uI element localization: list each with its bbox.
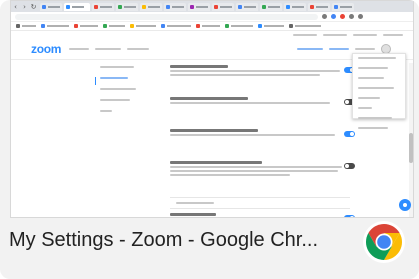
browser-tab[interactable]: [212, 2, 234, 11]
setting-toggle[interactable]: [344, 215, 355, 217]
setting-row: [170, 65, 355, 95]
setting-row: [170, 97, 355, 127]
browser-tab[interactable]: [308, 2, 330, 11]
browser-tab[interactable]: [40, 2, 62, 11]
dropdown-item[interactable]: [353, 87, 405, 94]
tab-favicon-icon: [214, 4, 218, 9]
setting-title: [170, 65, 228, 68]
window-preview-card[interactable]: ‹ › ↻ zoom My Settings - Zoom - Google C…: [0, 0, 419, 279]
setting-title: [170, 129, 258, 132]
header-link[interactable]: [329, 47, 349, 50]
settings-section-header: [170, 197, 350, 209]
forward-icon[interactable]: ›: [20, 3, 29, 11]
chat-icon: [403, 203, 407, 207]
tab-favicon-icon: [238, 4, 242, 9]
page-scrollbar[interactable]: [409, 63, 413, 217]
browser-tab[interactable]: [140, 2, 162, 11]
sidebar-item[interactable]: [95, 88, 165, 96]
browser-tab[interactable]: [260, 2, 282, 11]
browser-tab[interactable]: [116, 2, 138, 11]
header-link[interactable]: [355, 47, 375, 50]
tab-favicon-icon: [166, 4, 170, 9]
url-input[interactable]: [15, 13, 318, 20]
browser-tab[interactable]: [92, 2, 114, 11]
browser-tab[interactable]: [188, 2, 210, 11]
setting-row: [170, 161, 355, 197]
tab-favicon-icon: [142, 4, 146, 9]
tab-favicon-icon: [94, 4, 98, 9]
nav-link[interactable]: [69, 47, 90, 50]
tab-favicon-icon: [286, 4, 290, 9]
sidebar-item[interactable]: [95, 110, 165, 118]
dropdown-item[interactable]: [353, 107, 405, 114]
browser-tab[interactable]: [164, 2, 186, 11]
back-icon[interactable]: ‹: [11, 3, 20, 11]
dropdown-item[interactable]: [353, 97, 405, 104]
help-chat-button[interactable]: [399, 199, 411, 211]
dropdown-item[interactable]: [353, 67, 405, 74]
header-actions: [297, 43, 391, 54]
zoom-logo[interactable]: zoom: [31, 42, 61, 56]
dropdown-item[interactable]: [353, 127, 405, 134]
window-thumbnail[interactable]: ‹ › ↻ zoom: [10, 0, 414, 218]
setting-toggle[interactable]: [344, 163, 355, 169]
bookmark-item[interactable]: [196, 24, 220, 28]
sidebar-item-active[interactable]: [95, 77, 165, 85]
browser-tab[interactable]: [284, 2, 306, 11]
window-title: My Settings - Zoom - Google Chr...: [9, 229, 318, 251]
settings-sidebar: [95, 63, 165, 118]
sidebar-item[interactable]: [95, 99, 165, 107]
bookmarks-bar: [11, 22, 413, 31]
avatar[interactable]: [381, 43, 391, 54]
bookmark-item[interactable]: [74, 24, 98, 28]
reload-icon[interactable]: ↻: [29, 3, 38, 11]
browser-tab[interactable]: [236, 2, 258, 11]
browser-tab-strip: ‹ › ↻: [11, 1, 413, 12]
bookmark-item[interactable]: [130, 24, 156, 28]
extension-icon[interactable]: [331, 14, 336, 19]
setting-title: [170, 213, 216, 216]
tab-favicon-icon: [262, 4, 266, 9]
browser-tab[interactable]: [332, 2, 354, 11]
profile-icon[interactable]: [349, 14, 354, 19]
header-link[interactable]: [297, 47, 323, 50]
tab-favicon-icon: [190, 4, 194, 9]
bookmark-item[interactable]: [161, 24, 191, 28]
dropdown-item[interactable]: [353, 77, 405, 84]
extension-icon[interactable]: [340, 14, 345, 19]
bookmark-item[interactable]: [41, 24, 69, 28]
zoom-utility-strip: [11, 31, 413, 37]
browser-tab-active[interactable]: [64, 2, 90, 11]
dropdown-item[interactable]: [353, 117, 405, 124]
extension-icon[interactable]: [322, 14, 327, 19]
tab-favicon-icon: [118, 4, 122, 9]
tab-favicon-icon: [334, 4, 338, 9]
sidebar-item[interactable]: [95, 66, 165, 74]
menu-icon[interactable]: [358, 14, 363, 19]
setting-row: [170, 129, 355, 159]
tab-favicon-icon: [310, 4, 314, 9]
setting-title: [170, 161, 262, 164]
address-bar: [11, 12, 413, 22]
zoom-favicon-icon: [66, 4, 70, 9]
settings-list: [170, 63, 355, 217]
chrome-logo-icon: [363, 221, 405, 263]
account-dropdown-menu: [352, 53, 406, 129]
nav-link[interactable]: [127, 47, 150, 50]
bookmark-item[interactable]: [225, 24, 253, 28]
bookmark-item[interactable]: [16, 24, 36, 28]
setting-row: [170, 213, 355, 217]
bookmark-item[interactable]: [289, 24, 321, 28]
dropdown-item[interactable]: [353, 57, 405, 64]
tab-favicon-icon: [42, 4, 46, 9]
bookmark-item[interactable]: [103, 24, 125, 28]
scrollbar-thumb[interactable]: [409, 133, 413, 163]
setting-title: [170, 97, 248, 100]
nav-link[interactable]: [95, 47, 122, 50]
bookmark-item[interactable]: [258, 24, 284, 28]
